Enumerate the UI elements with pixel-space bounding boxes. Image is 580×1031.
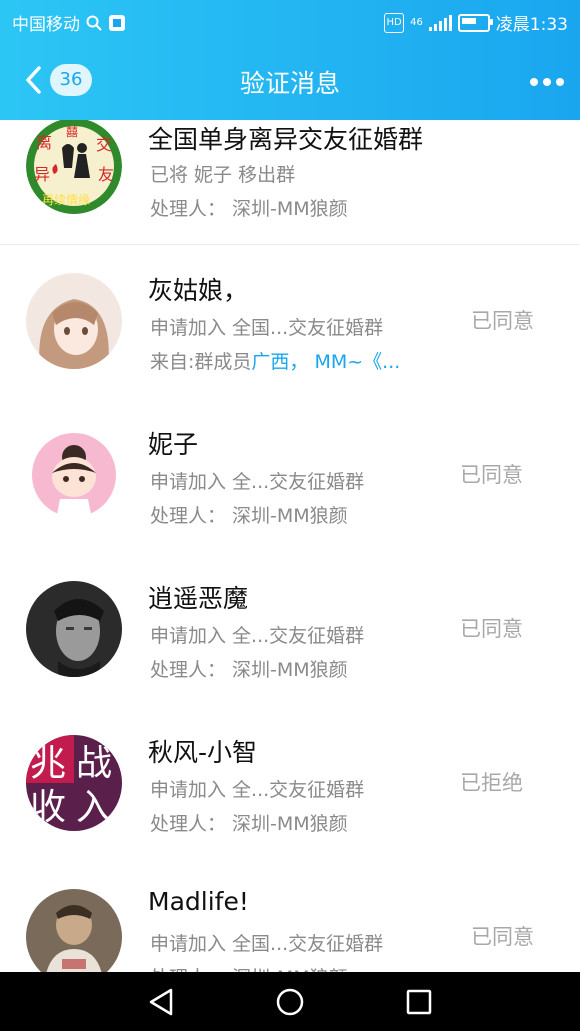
status-label: 已同意 [471,309,534,333]
square-recents-icon [406,989,432,1015]
status-bar: 中国移动 HD 46 凌晨1:33 [0,0,580,40]
network-type-label: 46 [410,17,423,28]
status-label: 已同意 [471,925,534,949]
list-item[interactable]: Madlife! 申请加入 全国...交友征婚群 处理人： 深圳-MM狼颜 已同… [0,861,580,972]
item-handler: 处理人： 深圳-MM狼颜 [150,659,348,681]
item-name: 灰姑娘， [148,276,249,305]
user-avatar: 兆 战 收 入 [26,735,122,831]
list-item[interactable]: 离 囍 交 异 友 再续情缘 全国单身离异交友征婚群 已将 妮子 移出群 处理人… [0,120,580,245]
avatar-char: 异 [34,165,50,184]
avatar-char: 收 [30,787,66,828]
referrer-link[interactable]: 广西， MM~《... [251,351,400,373]
item-name: 秋风-小智 [148,738,258,767]
item-name: Madlife! [148,887,249,916]
page-title: 验证消息 [239,69,340,98]
nav-back-button[interactable] [146,987,176,1017]
item-message: 申请加入 全...交友征婚群 [150,625,365,647]
user-avatar [26,889,122,972]
search-icon [86,15,102,31]
item-handler: 处理人： 深圳-MM狼颜 [150,813,348,835]
list-item[interactable]: 兆 战 收 入 秋风-小智 申请加入 全...交友征婚群 处理人： 深圳-MM狼… [0,707,580,862]
battery-icon [457,13,493,32]
status-label: 已同意 [460,617,523,641]
list-item[interactable]: 逍遥恶魔 申请加入 全...交友征婚群 处理人： 深圳-MM狼颜 已同意 [0,553,580,708]
item-handler: 处理人： 深圳-MM狼颜 [150,505,348,527]
avatar-char: 再续情缘 [42,193,90,207]
item-message: 已将 妮子 移出群 [150,164,296,186]
avatar-char: 战 [76,743,112,784]
status-label: 已拒绝 [460,771,523,795]
group-avatar: 离 囍 交 异 友 再续情缘 [26,120,122,214]
more-dot-icon [543,78,551,86]
item-message: 申请加入 全...交友征婚群 [150,471,365,493]
user-avatar [26,273,122,369]
carrier-label: 中国移动 [12,15,80,35]
system-navigation-bar [0,972,580,1031]
clock-label: 凌晨1:33 [495,15,568,35]
source-prefix: 来自:群成员 [150,351,252,373]
avatar-char: 兆 [30,743,66,784]
more-options-button[interactable] [530,74,566,90]
avatar-char: 友 [98,165,114,184]
header-bar: 中国移动 HD 46 凌晨1:33 36 验证消息 [0,0,580,120]
app-notification-icon [109,14,125,31]
item-name: 逍遥恶魔 [148,584,249,613]
nav-bar: 36 验证消息 [0,40,580,120]
item-message: 申请加入 全国...交友征婚群 [150,933,384,955]
verification-message-list: 离 囍 交 异 友 再续情缘 全国单身离异交友征婚群 已将 妮子 移出群 处理人… [0,120,580,972]
avatar-char: 入 [76,787,112,828]
user-avatar [26,427,122,523]
hd-icon: HD [384,12,405,33]
item-name: 妮子 [148,430,199,459]
avatar-char: 交 [96,135,112,154]
triangle-back-icon [149,988,173,1016]
avatar-char: 囍 [66,125,78,139]
item-message: 申请加入 全...交友征婚群 [150,779,365,801]
list-item[interactable]: 灰姑娘， 申请加入 全国...交友征婚群 来自:群成员广西， MM~《... 已… [0,245,580,400]
status-label: 已同意 [460,463,523,487]
nav-recents-button[interactable] [404,987,434,1017]
more-dot-icon [556,78,564,86]
nav-home-button[interactable] [275,987,305,1017]
item-handler: 处理人： 深圳-MM狼颜 [150,963,348,972]
avatar-char: 离 [36,133,52,152]
item-source: 来自:群成员广西， MM~《... [150,347,400,374]
list-item[interactable]: 妮子 申请加入 全...交友征婚群 处理人： 深圳-MM狼颜 已同意 [0,399,580,554]
signal-icon [428,14,452,31]
circle-home-icon [276,988,304,1016]
item-handler: 处理人： 深圳-MM狼颜 [150,198,348,220]
item-message: 申请加入 全国...交友征婚群 [150,317,384,339]
more-dot-icon [530,78,538,86]
user-avatar [26,581,122,677]
item-name: 全国单身离异交友征婚群 [148,125,424,154]
